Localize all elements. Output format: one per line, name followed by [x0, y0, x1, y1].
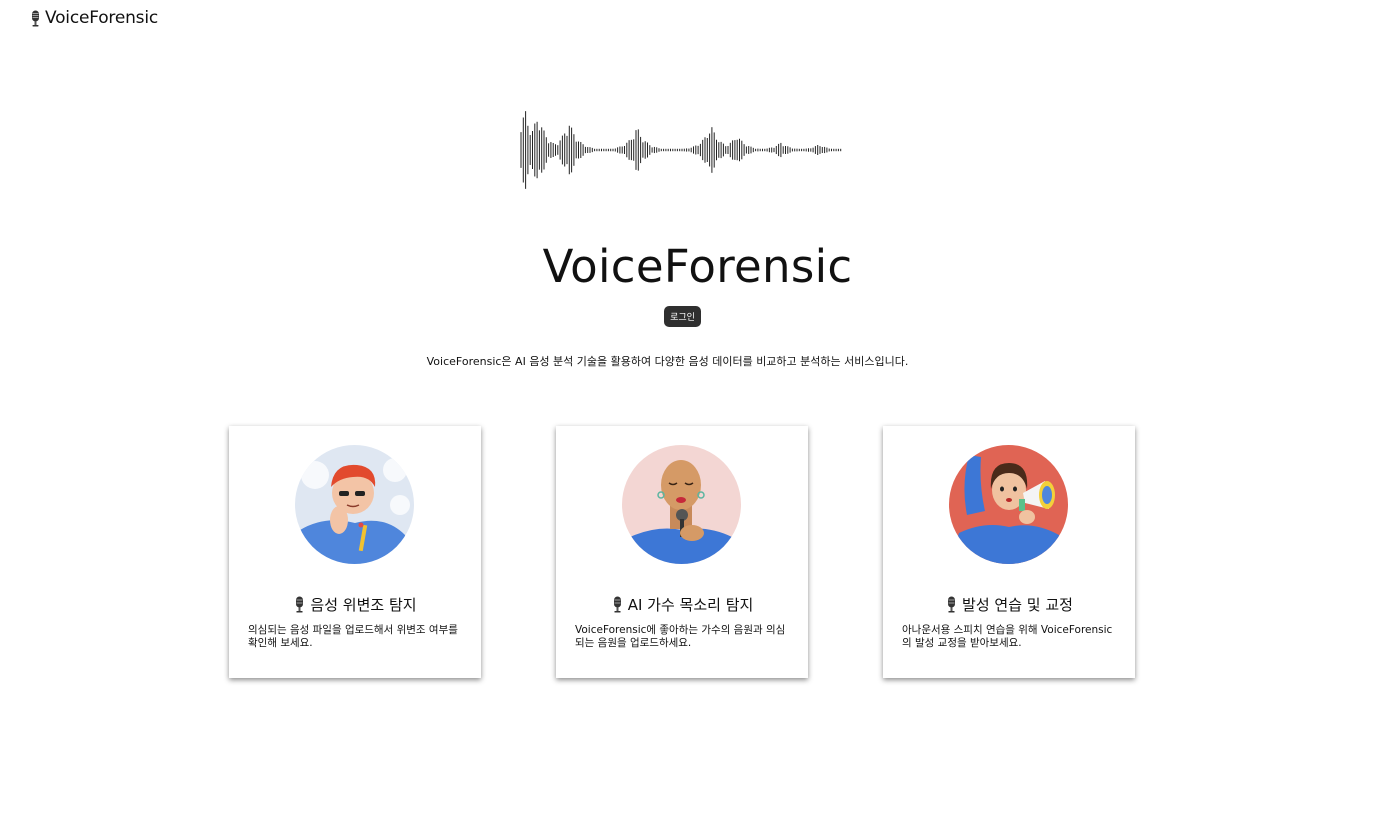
brand-name: VoiceForensic — [45, 8, 158, 28]
waveform-graphic — [520, 111, 842, 189]
login-button[interactable]: 로그인 — [664, 306, 701, 327]
card-description: 의심되는 음성 파일을 업로드해서 위변조 여부를 확인해 보세요. — [248, 624, 458, 649]
avatar-illustration-singer — [622, 445, 741, 564]
card-vocal-practice[interactable]: 발성 연습 및 교정 아나운서용 스피치 연습을 위해 VoiceForensi… — [883, 426, 1135, 678]
microphone-icon — [296, 596, 304, 613]
avatar-illustration-megaphone-person — [949, 445, 1068, 564]
brand-logo-link[interactable]: VoiceForensic — [29, 8, 158, 28]
card-title-row: 음성 위변조 탐지 — [229, 594, 481, 615]
card-ai-singer-detection[interactable]: AI 가수 목소리 탐지 VoiceForensic에 좋아하는 가수의 음원과… — [556, 426, 808, 678]
card-description: 아나운서용 스피치 연습을 위해 VoiceForensic의 발성 교정을 받… — [902, 624, 1113, 649]
card-description: VoiceForensic에 좋아하는 가수의 음원과 의심되는 음원을 업로드… — [575, 624, 786, 649]
card-title-row: 발성 연습 및 교정 — [883, 594, 1135, 615]
avatar-illustration-thinking-person — [295, 445, 414, 564]
card-voice-forgery-detection[interactable]: 음성 위변조 탐지 의심되는 음성 파일을 업로드해서 위변조 여부를 확인해 … — [229, 426, 481, 678]
service-description: VoiceForensic은 AI 음성 분석 기술을 활용하여 다양한 음성 … — [426, 355, 909, 368]
hero-title: VoiceForensic — [542, 240, 853, 293]
card-title: 발성 연습 및 교정 — [962, 596, 1073, 614]
microphone-icon — [948, 596, 956, 613]
microphone-icon — [32, 10, 39, 26]
card-title: AI 가수 목소리 탐지 — [627, 596, 754, 614]
card-title-row: AI 가수 목소리 탐지 — [556, 594, 808, 615]
microphone-icon — [613, 596, 621, 613]
card-title: 음성 위변조 탐지 — [310, 596, 417, 614]
